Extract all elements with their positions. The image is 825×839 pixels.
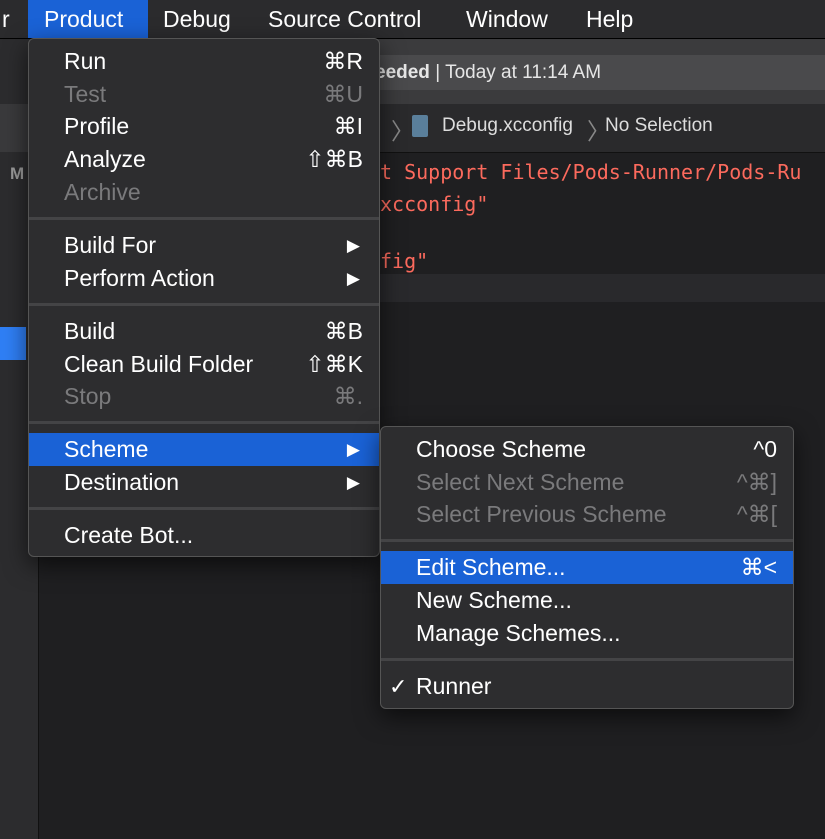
menu-bar-item-partial[interactable]: r [0,0,26,38]
shortcut: ⌘U [323,81,363,107]
menu-separator [29,217,379,220]
triangle-right-icon: ▶ [346,236,360,255]
code-line: t Support Files/Pods-Runner/Pods-Ru [380,160,802,184]
menu-bar-item-help[interactable]: Help [570,0,649,38]
scheme-submenu: Choose Scheme ^0 Select Next Scheme ^⌘] … [380,426,794,709]
menu-separator [29,507,379,510]
menu-item-label: Select Next Scheme [416,469,625,495]
shortcut: ^0 [753,436,777,462]
navigator-selected-row[interactable] [0,327,26,360]
shortcut: ⇧⌘B [305,146,363,172]
menu-separator [381,539,793,542]
menu-item-new-scheme[interactable]: New Scheme... [381,584,793,617]
menu-item-label: Select Previous Scheme [416,501,667,527]
menu-item-create-bot[interactable]: Create Bot... [29,519,379,552]
menu-item-label: Runner [416,673,492,699]
menu-item-profile[interactable]: Profile ⌘I [29,110,379,143]
code-line: xcconfig" [380,192,489,216]
menu-bar-item-window[interactable]: Window [450,0,564,38]
menu-item-clean-build-folder[interactable]: Clean Build Folder ⇧⌘K [29,348,379,381]
menu-bar-item-source-control[interactable]: Source Control [252,0,437,38]
product-menu: Run ⌘R Test ⌘U Profile ⌘I Analyze ⇧⌘B Ar… [28,38,380,557]
menu-item-build[interactable]: Build ⌘B [29,315,379,348]
jump-bar-selection[interactable]: No Selection [605,115,713,137]
shortcut: ⌘I [333,113,363,139]
menu-item-choose-scheme[interactable]: Choose Scheme ^0 [381,433,793,466]
menu-item-label: Build For [64,232,157,258]
menu-separator [29,421,379,424]
triangle-right-icon: ▶ [346,473,360,492]
status-time: | Today at 11:14 AM [429,62,602,83]
menu-item-build-for[interactable]: Build For ▶ [29,229,379,262]
menu-item-label: Build [64,318,116,344]
chevron-right-icon: 〉 [391,118,414,144]
menu-item-label: Scheme [64,436,149,462]
shortcut: ⌘. [333,383,363,409]
menu-item-label: Archive [64,179,141,205]
activity-status: eeded | Today at 11:14 AM [339,55,825,90]
menu-item-label: Edit Scheme... [416,554,566,580]
shortcut: ⌘< [740,554,777,580]
menu-item-perform-action[interactable]: Perform Action ▶ [29,262,379,295]
menu-item-stop[interactable]: Stop ⌘. [29,380,379,413]
shortcut: ⌘B [324,318,363,344]
status-bold: eeded [375,62,430,83]
menu-bar: r Product Debug Source Control Window He… [0,0,825,39]
menu-item-label: New Scheme... [416,587,572,613]
menu-item-edit-scheme[interactable]: Edit Scheme... ⌘< [381,551,793,584]
menu-bar-item-product[interactable]: Product [28,0,148,38]
code-line: fig" [380,249,429,273]
menu-bar-item-debug[interactable]: Debug [147,0,247,38]
menu-item-label: Clean Build Folder [64,351,254,377]
checkmark-icon: ✓ [389,674,408,699]
menu-item-select-next-scheme[interactable]: Select Next Scheme ^⌘] [381,466,793,499]
menu-item-label: Analyze [64,146,146,172]
menu-item-runner[interactable]: ✓ Runner [381,670,793,703]
shortcut: ^⌘] [736,469,777,495]
menu-item-label: Stop [64,383,112,409]
menu-item-label: Destination [64,469,180,495]
menu-item-destination[interactable]: Destination ▶ [29,466,379,499]
jump-bar-file[interactable]: Debug.xcconfig [442,115,573,137]
triangle-right-icon: ▶ [346,440,360,459]
menu-item-archive[interactable]: Archive [29,176,379,209]
menu-separator [29,303,379,306]
menu-item-label: Test [64,81,107,107]
shortcut: ⇧⌘K [305,351,363,377]
shortcut: ⌘R [323,48,363,74]
menu-separator [381,658,793,661]
menu-item-select-previous-scheme[interactable]: Select Previous Scheme ^⌘[ [381,498,793,531]
menu-item-label: Choose Scheme [416,436,587,462]
triangle-right-icon: ▶ [346,269,360,288]
menu-item-label: Manage Schemes... [416,620,621,646]
xcconfig-file-icon [412,115,428,137]
menu-item-label: Perform Action [64,265,215,291]
menu-item-analyze[interactable]: Analyze ⇧⌘B [29,143,379,176]
menu-item-test[interactable]: Test ⌘U [29,78,379,111]
navigator-label: M [10,164,25,183]
menu-item-label: Run [64,48,107,74]
menu-item-manage-schemes[interactable]: Manage Schemes... [381,617,793,650]
menu-item-run[interactable]: Run ⌘R [29,45,379,78]
menu-item-label: Create Bot... [64,522,194,548]
shortcut: ^⌘[ [736,501,777,527]
menu-item-label: Profile [64,113,130,139]
menu-item-scheme[interactable]: Scheme ▶ [29,433,379,466]
